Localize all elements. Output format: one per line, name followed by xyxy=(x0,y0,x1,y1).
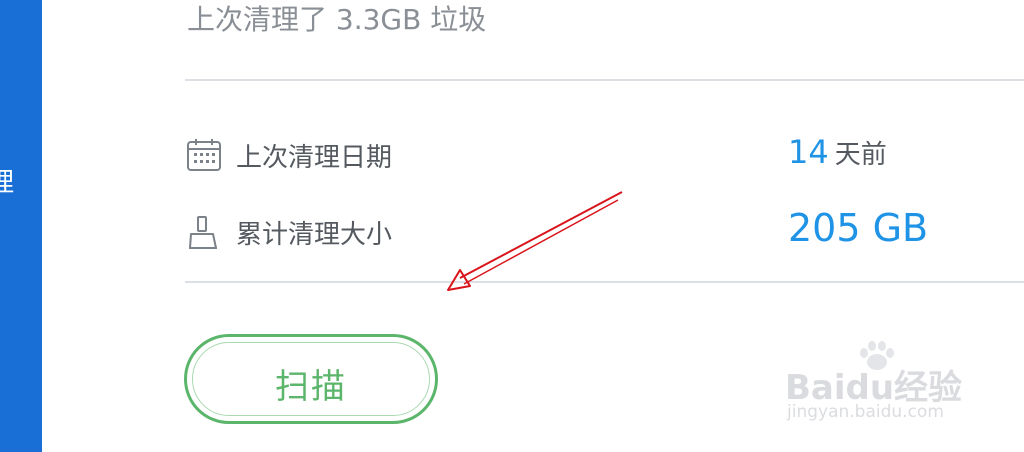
sidebar: 理 xyxy=(0,0,42,452)
cleaner-panel: 理 上次清理了 3.3GB 垃圾 上次清理日期 14 天前 累计清理大小 205… xyxy=(0,0,1024,452)
last-clean-days: 14 xyxy=(788,133,829,171)
total-cleaned-size: 205 GB xyxy=(788,206,929,250)
stat-value: 205 GB xyxy=(788,206,928,250)
annotation-arrow-icon xyxy=(447,191,623,291)
stat-label: 累计清理大小 xyxy=(236,220,393,250)
scan-button[interactable]: 扫描 xyxy=(184,334,438,424)
stat-row-last-clean-date: 上次清理日期 14 天前 xyxy=(186,133,1024,175)
last-clean-summary: 上次清理了 3.3GB 垃圾 xyxy=(187,3,487,36)
broom-icon xyxy=(189,216,217,249)
days-unit: 天前 xyxy=(834,140,887,170)
stat-label: 上次清理日期 xyxy=(236,143,393,173)
calendar-icon xyxy=(187,139,221,171)
scan-button-label: 扫描 xyxy=(275,367,347,407)
sidebar-item-label[interactable]: 理 xyxy=(0,170,14,196)
stat-value: 14 天前 xyxy=(788,133,887,171)
watermark-url: jingyan.baidu.com xyxy=(787,402,944,422)
baidu-jingyan-watermark: Baidu经验 jingyan.baidu.com xyxy=(785,340,985,440)
divider xyxy=(185,79,1024,81)
